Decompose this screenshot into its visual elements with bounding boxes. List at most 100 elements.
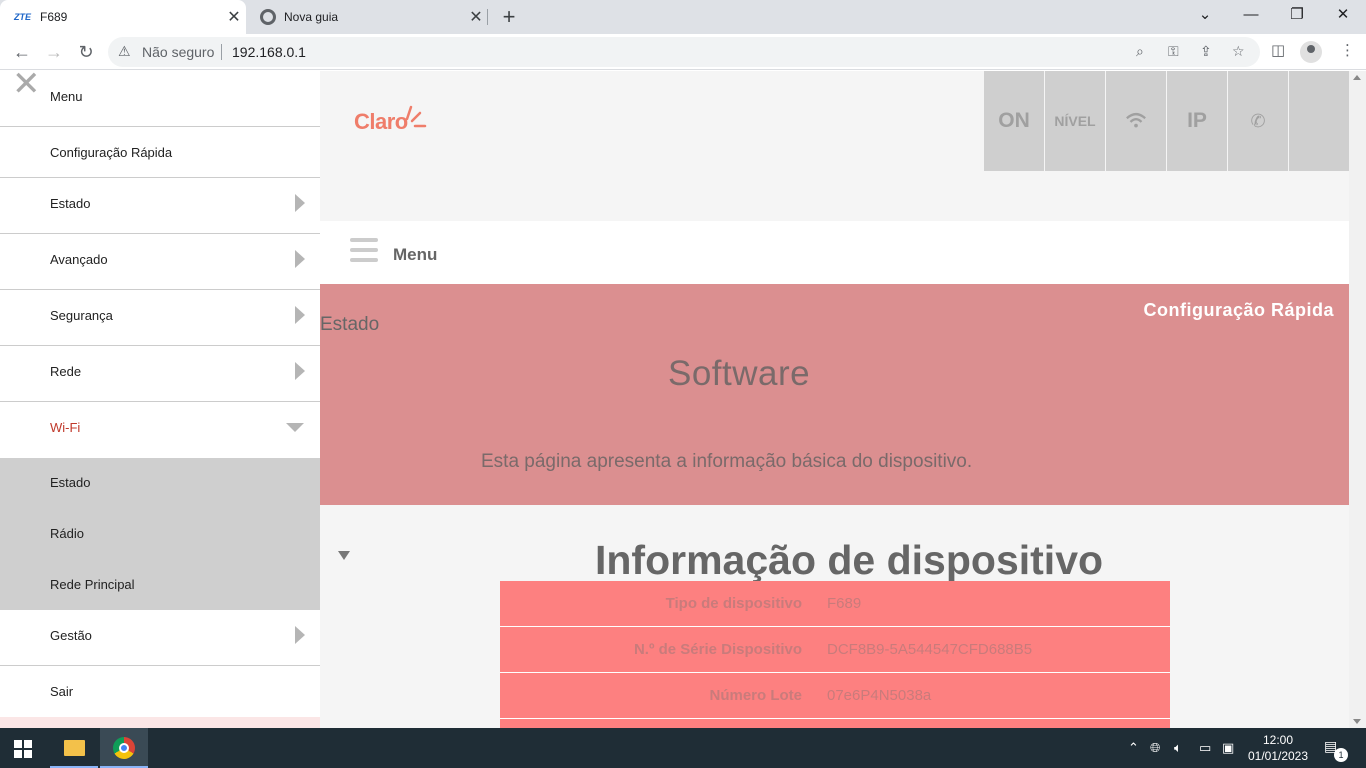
sidebar-item-estado[interactable]: Estado [0, 178, 320, 234]
clock-date: 01/01/2023 [1247, 749, 1309, 763]
profile-avatar[interactable] [1300, 41, 1322, 63]
chevron-right-icon [295, 194, 305, 212]
table-row: Número Lote 07e6P4N5038a [500, 673, 1170, 719]
close-tab-icon[interactable]: ✕ [222, 7, 246, 27]
security-label[interactable]: Não seguro [142, 44, 214, 60]
menu-label[interactable]: Menu [393, 245, 437, 265]
menu-bar: Menu [320, 221, 1349, 284]
sidebar-subitem-label: Rádio [50, 526, 84, 541]
sidebar-item-wifi[interactable]: Wi-Fi [0, 402, 320, 458]
device-info-section: Informação de dispositivo Tipo de dispos… [320, 505, 1349, 728]
clock-time: 12:00 [1262, 733, 1294, 747]
close-tab-icon[interactable]: ✕ [464, 7, 488, 27]
search-icon[interactable]: ⌕ [1136, 43, 1144, 60]
notification-count: 1 [1334, 748, 1348, 762]
page-viewport: ✕ Menu Configuração Rápida Estado Avança… [0, 71, 1366, 728]
sidebar-subitem-estado[interactable]: Estado [0, 458, 320, 509]
row-value: 07e6P4N5038a [827, 687, 932, 704]
page-title: Software [668, 354, 811, 393]
sidebar-item-gestao[interactable]: Gestão [0, 610, 320, 666]
status-ip[interactable]: IP [1167, 71, 1227, 171]
chrome-taskbar-button[interactable] [100, 728, 148, 768]
new-tab-button[interactable]: + [497, 3, 521, 31]
sidebar-subitem-rede-principal[interactable]: Rede Principal [0, 560, 320, 610]
status-phone[interactable]: ✆ [1228, 71, 1288, 171]
browser-toolbar: ← → ↻ ⚠ Não seguro 192.168.0.1 ⌕ ⚿ ⇪ ☆ ◫… [0, 34, 1366, 70]
sidebar-item-label: Gestão [50, 628, 92, 643]
windows-taskbar: ⌃ 🌐︎ 🔈︎ ▭ ▣ 12:00 01/01/2023 ▤ 1 [0, 728, 1366, 768]
chrome-icon [113, 737, 135, 759]
collapse-toggle-icon[interactable] [338, 551, 350, 560]
display-icon[interactable]: ▣ [1222, 740, 1234, 756]
phone-icon: ✆ [1250, 111, 1266, 131]
share-icon[interactable]: ⇪ [1200, 43, 1212, 60]
scroll-up-icon[interactable] [1353, 75, 1361, 80]
address-bar[interactable]: ⚠ Não seguro 192.168.0.1 ⌕ ⚿ ⇪ ☆ [108, 37, 1260, 67]
row-value: DCF8B9-5A544547CFD688B5 [827, 641, 1033, 658]
sidebar-item-label: Rede [50, 364, 82, 379]
chevron-right-icon [295, 306, 305, 324]
more-menu-icon[interactable]: ⋮ [1340, 41, 1355, 59]
tab-search-icon[interactable]: ⌄ [1182, 0, 1228, 30]
status-on[interactable]: ON [984, 71, 1044, 171]
hamburger-icon[interactable] [350, 238, 378, 264]
status-wifi[interactable] [1106, 71, 1166, 171]
tab-nova-guia[interactable]: Nova guia ✕ [250, 0, 488, 34]
key-icon[interactable]: ⚿ [1168, 43, 1179, 60]
restore-button[interactable]: ❐ [1274, 0, 1320, 30]
side-panel-icon[interactable]: ◫ [1271, 41, 1285, 59]
folder-icon [64, 740, 85, 756]
sidebar-item-configuracao-rapida[interactable]: Configuração Rápida [0, 127, 320, 178]
main-content: Claro ON NÍVEL IP ✆ Menu Estado Configur… [320, 71, 1349, 728]
back-arrow-icon[interactable]: ← [8, 38, 36, 66]
sidebar-item-label: Segurança [50, 308, 113, 323]
browser-tab-strip: ZTE F689 ✕ Nova guia ✕ + ⌄ — ❐ ✕ [0, 0, 1366, 34]
sidebar-item-sair[interactable]: Sair [0, 666, 320, 717]
sidebar-item-seguranca[interactable]: Segurança [0, 290, 320, 346]
warning-icon[interactable]: ⚠ [118, 43, 131, 60]
row-label: Número Lote [709, 687, 802, 704]
sidebar-item-label: Configuração Rápida [50, 145, 173, 160]
tab-separator [487, 9, 488, 25]
claro-logo-icon [405, 105, 427, 128]
wifi-icon [1126, 112, 1146, 128]
breadcrumb: Estado [320, 314, 380, 335]
table-row: Tipo de dispositivo F689 [500, 581, 1170, 627]
chevron-right-icon [295, 362, 305, 380]
network-globe-icon[interactable]: 🌐︎ [1150, 740, 1160, 756]
url-text[interactable]: 192.168.0.1 [232, 44, 306, 60]
volume-icon[interactable]: 🔈︎ [1174, 740, 1182, 756]
zte-favicon-icon: ZTE [14, 12, 31, 22]
windows-start-icon[interactable] [14, 740, 32, 758]
quick-config-link[interactable]: Configuração Rápida [1143, 300, 1334, 321]
bookmark-star-icon[interactable]: ☆ [1232, 43, 1245, 60]
minimize-button[interactable]: — [1228, 0, 1274, 30]
chevron-up-icon[interactable]: ⌃ [1128, 740, 1139, 756]
chevron-right-icon [295, 250, 305, 268]
tab-title: Nova guia [284, 10, 339, 24]
tab-title: F689 [40, 10, 68, 24]
row-value: F689 [827, 595, 862, 612]
status-extra[interactable] [1289, 71, 1349, 171]
chrome-icon [260, 9, 276, 25]
close-window-button[interactable]: ✕ [1320, 0, 1366, 30]
chevron-right-icon [295, 626, 305, 644]
row-label: Tipo de dispositivo [665, 595, 802, 612]
section-title: Informação de dispositivo [595, 537, 1104, 583]
sidebar-item-label: Sair [50, 684, 74, 699]
file-explorer-button[interactable] [50, 728, 98, 768]
reload-icon[interactable]: ↻ [72, 38, 100, 66]
sidebar-item-avancado[interactable]: Avançado [0, 234, 320, 290]
device-info-table: Tipo de dispositivo F689 N.º de Série Di… [500, 581, 1170, 728]
tab-f689[interactable]: ZTE F689 ✕ [0, 0, 246, 34]
sidebar-subitem-radio[interactable]: Rádio [0, 509, 320, 560]
header: Claro ON NÍVEL IP ✆ [320, 71, 1349, 221]
table-row [500, 719, 1170, 728]
status-level[interactable]: NÍVEL [1045, 71, 1105, 171]
clock[interactable]: 12:00 01/01/2023 [1246, 732, 1310, 764]
sidebar-item-rede[interactable]: Rede [0, 346, 320, 402]
battery-icon[interactable]: ▭ [1199, 740, 1211, 756]
scroll-down-icon[interactable] [1353, 719, 1361, 724]
forward-arrow-icon[interactable]: → [40, 38, 68, 66]
page-scrollbar[interactable] [1349, 71, 1366, 728]
